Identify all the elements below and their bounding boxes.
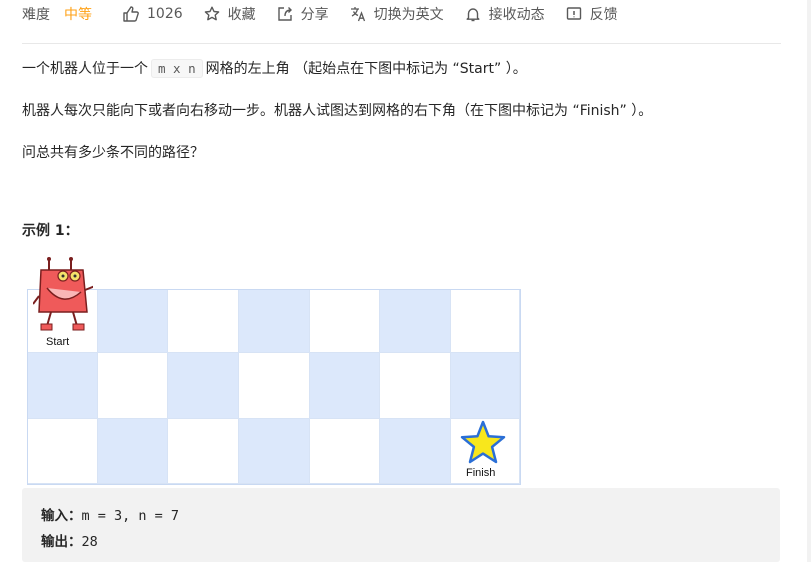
star-outline-icon [203,5,221,23]
grid-cell [380,290,451,353]
grid-cell [239,419,310,484]
description-paragraph-3: 问总共有多少条不同的路径？ [22,145,204,161]
example-grid-figure: Start Finish [27,256,521,488]
grid-cell [310,290,380,353]
switch-language-button[interactable]: 切换为英文 [349,4,444,24]
favorite-button[interactable]: 收藏 [203,4,256,24]
problem-page: 难度 中等 1026 收藏 分享 切换为英文 接收动态 反馈 一个机器人位于一个… [0,0,811,562]
grid-cell [168,353,239,419]
feedback-icon [565,5,583,23]
grid [27,289,521,485]
description-paragraph-1: 一个机器人位于一个 m x n 网格的左上角 （起始点在下图中标记为 “Start”… [22,58,782,80]
example-io-block: 输入：m = 3, n = 7 输出：28 [22,488,780,562]
grid-cell [451,290,520,353]
problem-toolbar: 难度 中等 1026 收藏 分享 切换为英文 接收动态 反馈 [22,0,638,28]
like-button[interactable]: 1026 [122,5,183,23]
grid-cell [380,353,451,419]
example-output-line: 输出：28 [41,530,98,550]
subscribe-label: 接收动态 [488,7,545,23]
grid-cell [28,353,98,419]
problem-description: 一个机器人位于一个 m x n 网格的左上角 （起始点在下图中标记为 “Start”… [22,58,782,184]
like-count: 1026 [147,6,183,22]
subscribe-button[interactable]: 接收动态 [464,4,545,24]
translate-icon [349,5,367,23]
thumbs-up-icon [122,5,140,23]
share-label: 分享 [300,7,329,23]
grid-cell [310,419,380,484]
grid-cell [98,353,168,419]
grid-cell [28,419,98,484]
toolbar-divider [22,43,781,44]
share-icon [276,5,294,23]
share-button[interactable]: 分享 [276,4,329,24]
favorite-label: 收藏 [227,7,256,23]
difficulty-badge: 中等 [64,7,92,23]
grid-cell [168,419,239,484]
output-key: 输出： [41,534,82,550]
input-value: m = 3, n = 7 [81,508,180,524]
description-paragraph-2: 机器人每次只能向下或者向右移动一步。机器人试图达到网格的右下角（在下图中标记为 … [22,103,653,119]
input-key: 输入： [41,508,82,524]
description-text: 一个机器人位于一个 [22,61,148,77]
difficulty-label: 难度 [22,7,50,23]
switch-language-label: 切换为英文 [373,7,444,23]
grid-cell [98,419,168,484]
grid-cell [239,353,310,419]
finish-star-icon [460,420,506,464]
grid-cell [98,290,168,353]
grid-cell [310,353,380,419]
bell-icon [464,5,482,23]
description-text: 网格的左上角 （起始点在下图中标记为 “Start” ）。 [205,61,527,77]
grid-cell [451,353,520,419]
inline-code: m x n [151,59,203,78]
scrollbar-track[interactable] [807,0,811,562]
feedback-button[interactable]: 反馈 [565,4,618,24]
grid-cell [380,419,451,484]
start-label: Start [46,336,70,348]
example-title: 示例 1： [22,223,79,239]
output-value: 28 [81,534,98,550]
example-input-line: 输入：m = 3, n = 7 [41,504,179,524]
finish-label: Finish [466,467,496,479]
grid-cell [168,290,239,353]
feedback-label: 反馈 [589,7,618,23]
grid-cell [239,290,310,353]
